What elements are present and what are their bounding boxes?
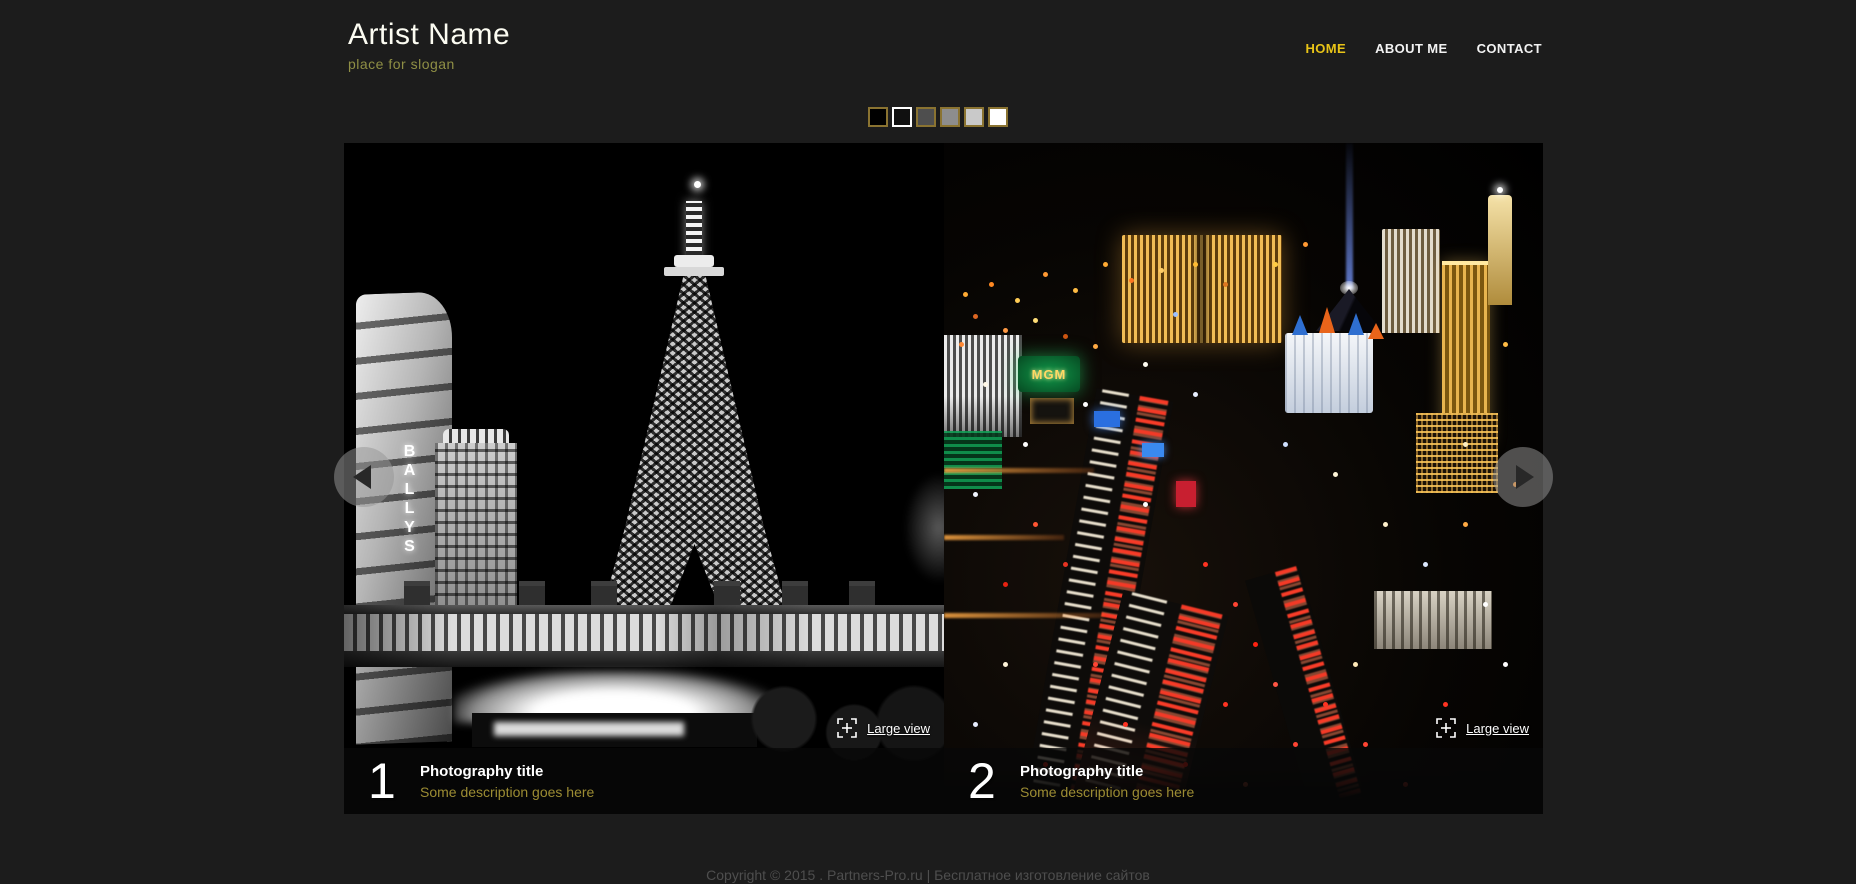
slide-1-caption: 1 Photography title Some description goe… <box>344 748 944 814</box>
background-building <box>435 443 517 608</box>
eiffel-tower-tip-light <box>694 181 701 188</box>
large-view-label: Large view <box>867 721 930 736</box>
large-view-label: Large view <box>1466 721 1529 736</box>
site-slogan: place for slogan <box>348 56 510 72</box>
slide-2-photo: MGM <box>944 143 1543 814</box>
slide-number: 2 <box>968 751 1018 811</box>
eiffel-tower-mast <box>686 201 702 259</box>
page: Artist Name place for slogan HOME ABOUT … <box>0 0 1856 884</box>
zoom-expand-icon <box>835 716 859 740</box>
photo-title: Photography title <box>420 763 594 780</box>
blue-billboard <box>1094 411 1120 427</box>
slide-2-caption: 2 Photography title Some description goe… <box>944 748 1543 814</box>
cross-street-lights <box>944 535 1064 540</box>
luxor-sky-beam <box>1346 143 1353 289</box>
striped-hotel-building <box>944 335 1022 437</box>
scattered-white-lights <box>944 143 947 146</box>
pager-thumb-2-active[interactable] <box>892 107 912 127</box>
site-logo: Artist Name place for slogan <box>348 18 510 72</box>
zoom-expand-icon <box>1434 716 1458 740</box>
carousel-next-button[interactable] <box>1493 447 1553 507</box>
castle-turret-orange <box>1368 323 1384 339</box>
pager-thumb-5[interactable] <box>964 107 984 127</box>
photo-description: Some description goes here <box>1020 784 1194 800</box>
bridge-shadow <box>344 605 944 667</box>
light-flare <box>904 473 944 583</box>
slide-number: 1 <box>368 751 418 811</box>
eiffel-tower-cap <box>674 255 714 267</box>
castle-building <box>1285 333 1373 413</box>
blue-billboard <box>1142 443 1164 457</box>
pager-thumb-4[interactable] <box>940 107 960 127</box>
pager-thumb-3[interactable] <box>916 107 936 127</box>
carousel-pager <box>868 107 1008 127</box>
green-roof-building <box>944 431 1002 489</box>
carousel-prev-button[interactable] <box>334 447 394 507</box>
nav-item-home[interactable]: HOME <box>1305 41 1346 56</box>
footer: Copyright © 2015 . Partners-Pro.ru | Бес… <box>0 867 1856 883</box>
right-arrow-icon <box>1516 465 1534 489</box>
storefront-lit-sign <box>494 722 684 736</box>
white-building <box>1374 591 1492 649</box>
carousel-slide-2: MGM <box>944 143 1543 814</box>
caption-text-block: Photography title Some description goes … <box>420 763 594 800</box>
eiffel-tower-platform <box>664 267 724 276</box>
cross-street-lights <box>944 613 1104 618</box>
pager-thumb-1[interactable] <box>868 107 888 127</box>
gold-window-building <box>1416 413 1498 493</box>
billboard-screen <box>1030 398 1074 424</box>
spire-tower-building <box>1488 195 1512 305</box>
photo-title: Photography title <box>1020 763 1194 780</box>
slide-1-photo: BALLYS <box>344 143 944 814</box>
pager-thumb-6[interactable] <box>988 107 1008 127</box>
storefront <box>472 713 757 747</box>
ballys-vertical-sign: BALLYS <box>400 443 418 573</box>
slide-1-large-view-link[interactable]: Large view <box>835 716 930 740</box>
photo-description: Some description goes here <box>420 784 594 800</box>
carousel-slide-1: BALLYS <box>344 143 944 814</box>
left-arrow-icon <box>353 465 371 489</box>
castle-turret-blue <box>1292 315 1308 335</box>
caption-text-block: Photography title Some description goes … <box>1020 763 1194 800</box>
nav-item-contact[interactable]: CONTACT <box>1477 41 1542 56</box>
carousel: BALLYS <box>344 143 1543 814</box>
cross-street-lights <box>944 468 1094 473</box>
red-billboard <box>1176 481 1196 507</box>
site-title: Artist Name <box>348 18 510 52</box>
eiffel-tower-body <box>602 276 787 611</box>
mgm-sign: MGM <box>1018 356 1080 392</box>
castle-turret-orange <box>1319 307 1335 333</box>
white-tower-building <box>1382 229 1440 333</box>
castle-turret-blue <box>1348 313 1364 335</box>
copyright-text: Copyright © 2015 . Partners-Pro.ru | Бес… <box>0 867 1856 883</box>
main-nav: HOME ABOUT ME CONTACT <box>1305 41 1542 56</box>
carousel-track: BALLYS <box>344 143 1543 814</box>
gold-hotel-building <box>1122 235 1282 343</box>
nav-item-about-me[interactable]: ABOUT ME <box>1375 41 1448 56</box>
slide-2-large-view-link[interactable]: Large view <box>1434 716 1529 740</box>
